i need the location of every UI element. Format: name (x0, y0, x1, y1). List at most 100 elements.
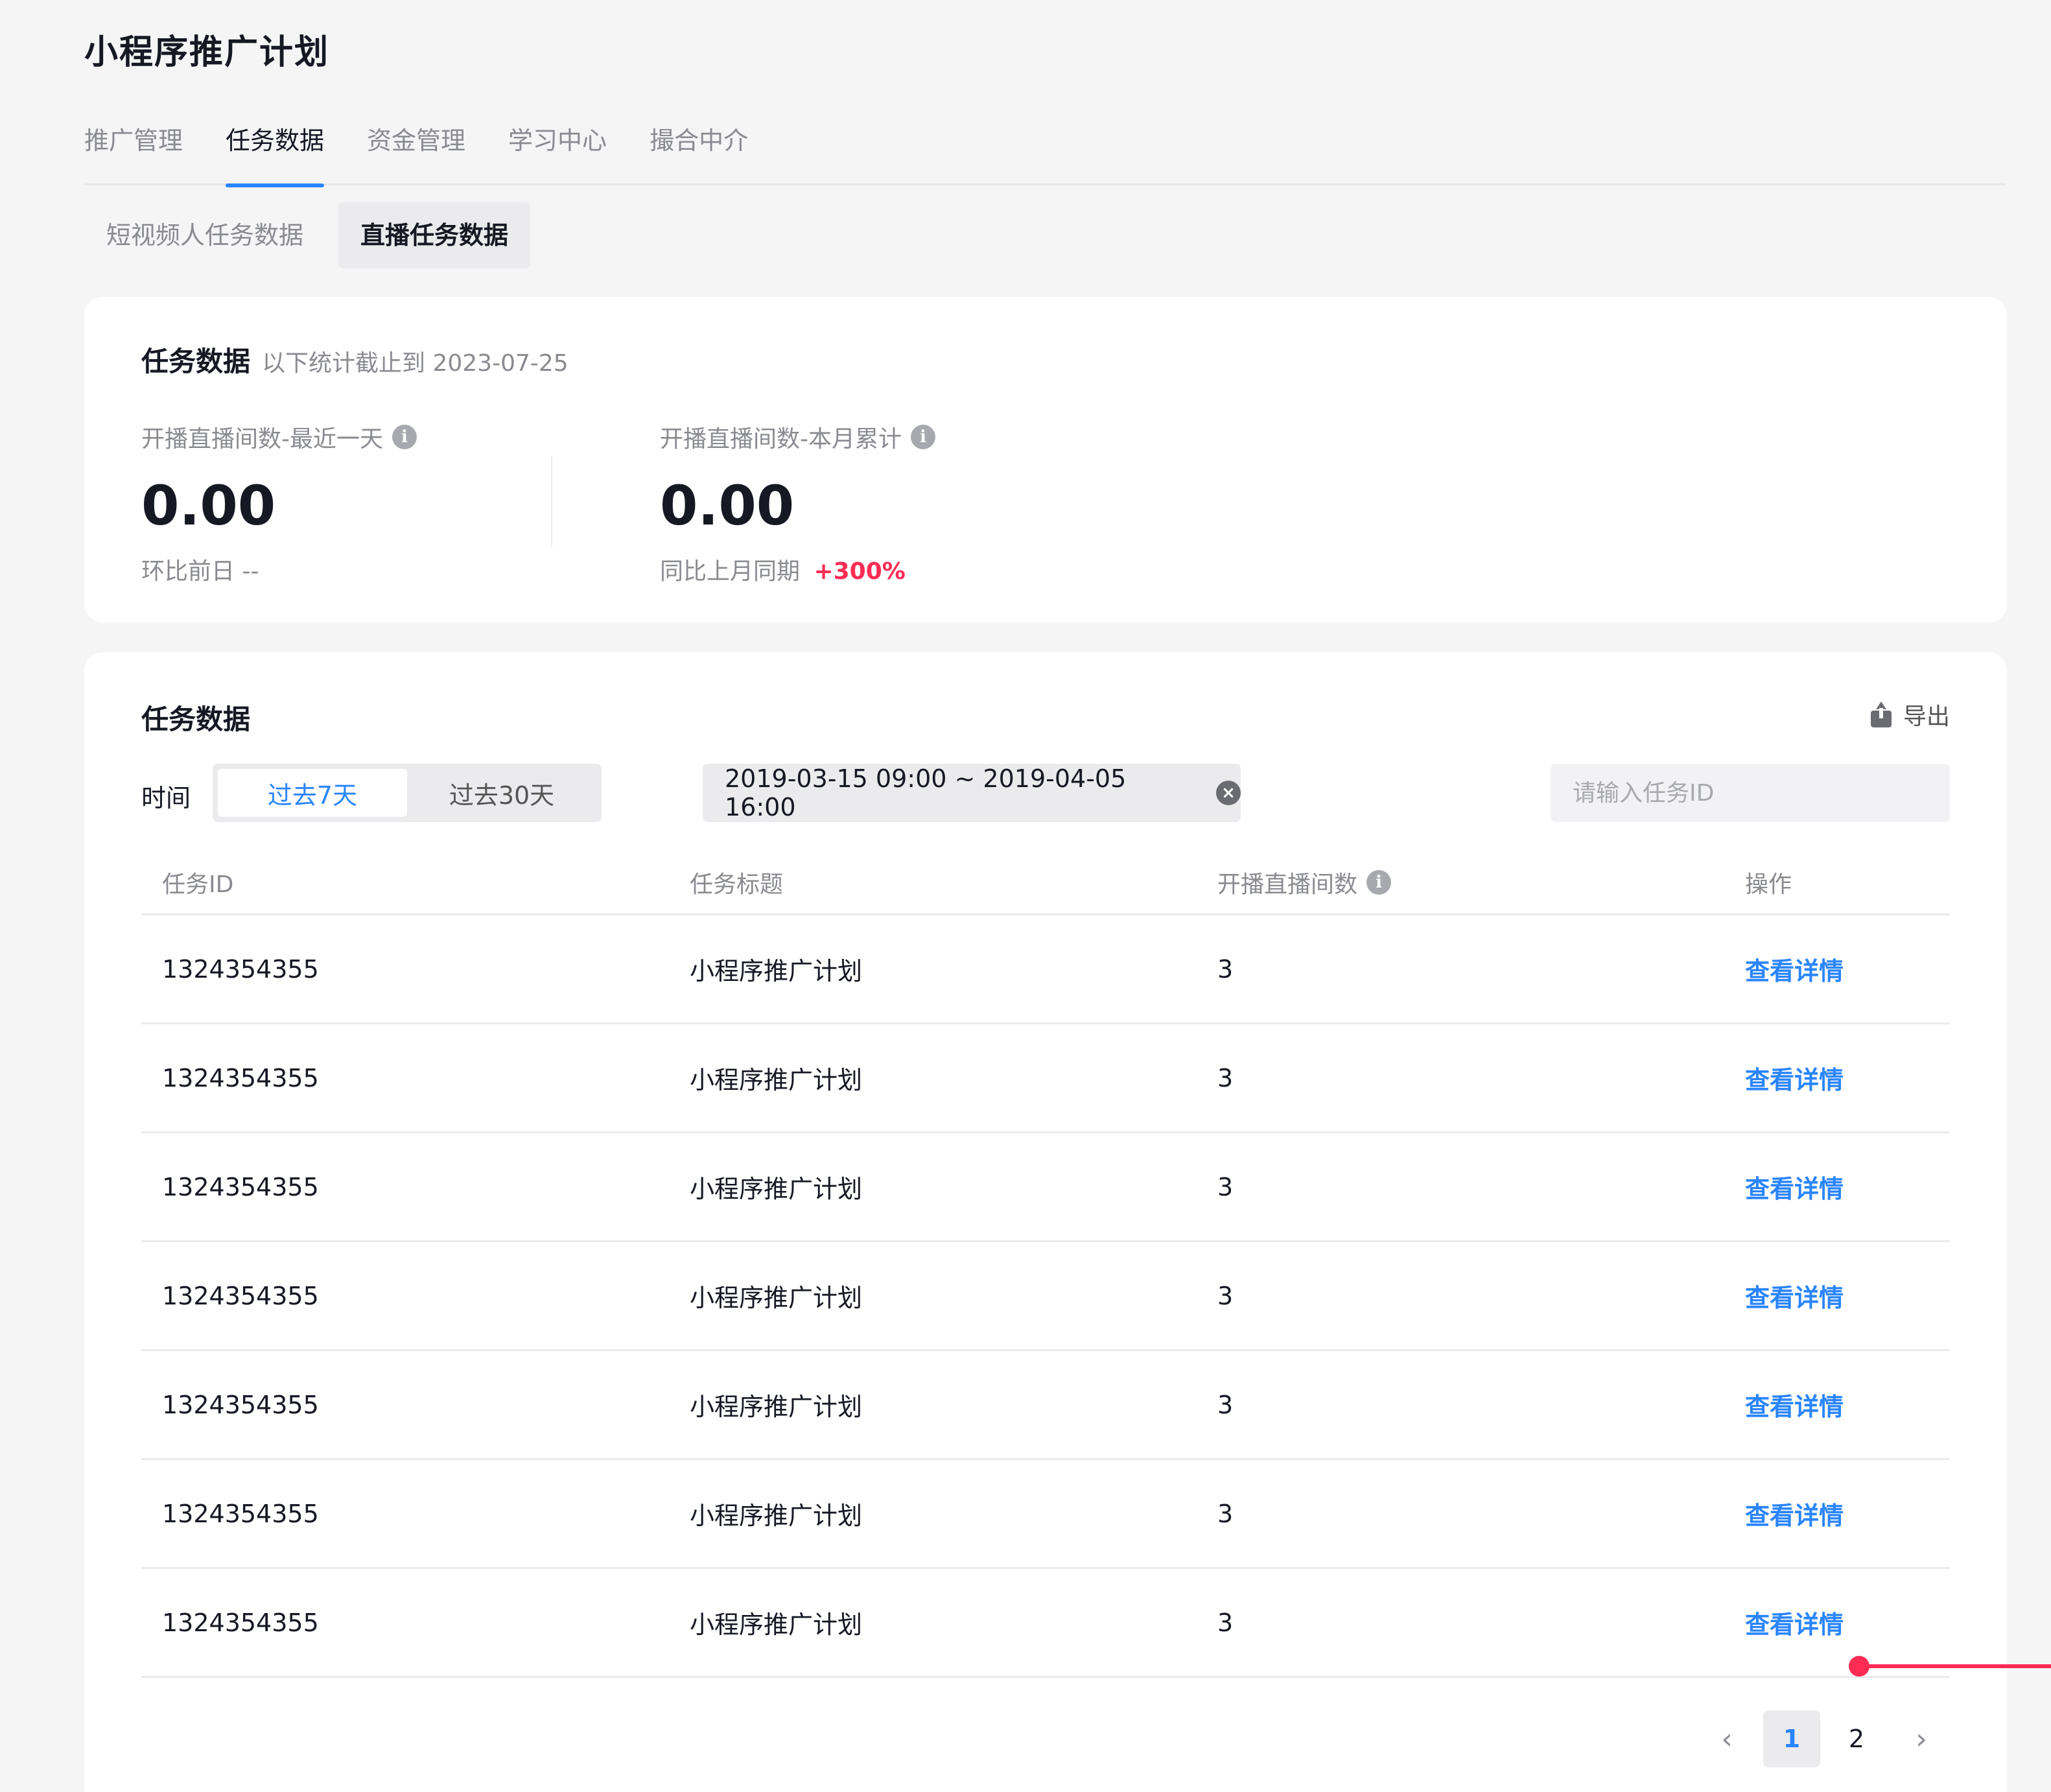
tab-learning-center[interactable]: 学习中心 (508, 110, 607, 185)
export-icon (1868, 701, 1894, 727)
metric-compare-value: -- (242, 558, 259, 585)
time-range-segmented-control: 过去7天 过去30天 (213, 764, 602, 822)
column-header-live-room-count: 开播直播间数 i (1197, 866, 1724, 899)
export-label: 导出 (1903, 703, 1950, 730)
page-title: 小程序推广计划 (84, 33, 330, 72)
metric-month-total: 开播直播间数-本月累计 i 0.00 同比上月同期 +300% (660, 420, 935, 586)
cell-live-room-count: 3 (1217, 1608, 1234, 1637)
metric-value: 0.00 (660, 474, 795, 537)
cell-task-id: 1324354355 (162, 1390, 319, 1419)
table-card-title: 任务数据 (141, 703, 251, 735)
table-row: 1324354355 小程序推广计划 3 查看详情 (141, 1024, 1950, 1133)
metric-label-text: 开播直播间数-本月累计 (660, 426, 902, 453)
clear-icon[interactable]: × (1216, 781, 1241, 805)
cell-task-title: 小程序推广计划 (690, 1175, 863, 1203)
cell-live-room-count: 3 (1217, 954, 1234, 984)
column-header-task-title: 任务标题 (690, 871, 784, 898)
info-icon[interactable]: i (1366, 869, 1392, 895)
cell-task-title: 小程序推广计划 (690, 1284, 863, 1312)
view-details-link[interactable]: 查看详情 (1745, 1284, 1844, 1312)
info-icon[interactable]: i (392, 425, 417, 449)
cell-task-title: 小程序推广计划 (690, 957, 863, 985)
view-details-link[interactable]: 查看详情 (1745, 1610, 1844, 1639)
cell-task-id: 1324354355 (162, 1172, 319, 1201)
table-row: 1324354355 小程序推广计划 3 查看详情 (141, 1460, 1950, 1569)
metric-compare: 同比上月同期 +300% (660, 552, 935, 586)
stats-subtitle: 以下统计截止到 2023-07-25 (262, 350, 568, 377)
cell-live-room-count: 3 (1217, 1172, 1234, 1201)
range-last-7-days[interactable]: 过去7天 (218, 769, 407, 817)
subtab-short-video-task-data[interactable]: 短视频人任务数据 (84, 202, 325, 268)
cell-task-id: 1324354355 (162, 1063, 319, 1092)
tab-fund-management[interactable]: 资金管理 (367, 110, 465, 185)
metric-label: 开播直播间数-最近一天 i (141, 420, 417, 454)
cell-task-title: 小程序推广计划 (690, 1502, 863, 1530)
pagination-next-icon[interactable]: › (1893, 1710, 1950, 1767)
metric-value: 0.00 (141, 474, 276, 537)
cell-actions: 查看详情 (1724, 951, 1950, 987)
table-row: 1324354355 小程序推广计划 3 查看详情 (141, 1242, 1950, 1351)
table-header: 任务ID 任务标题 开播直播间数 i 操作 (141, 851, 1950, 915)
cell-task-id: 1324354355 (162, 1608, 319, 1637)
metric-label-text: 开播直播间数-最近一天 (141, 426, 383, 453)
stats-card: 任务数据 以下统计截止到 2023-07-25 开播直播间数-最近一天 i 0.… (84, 297, 2007, 622)
tab-matchmaking-agency[interactable]: 撮合中介 (650, 110, 748, 185)
table-row: 1324354355 小程序推广计划 3 查看详情 (141, 1569, 1950, 1678)
table-row: 1324354355 小程序推广计划 3 查看详情 (141, 915, 1950, 1024)
subtab-live-task-data[interactable]: 直播任务数据 (338, 202, 531, 268)
cell-actions: 查看详情 (1724, 1387, 1950, 1422)
metric-compare-label: 环比前日 (141, 558, 235, 585)
sub-tabs: 短视频人任务数据 直播任务数据 (84, 202, 543, 268)
cell-task-title: 小程序推广计划 (690, 1393, 863, 1421)
metric-label: 开播直播间数-本月累计 i (660, 420, 935, 454)
view-details-link[interactable]: 查看详情 (1745, 1175, 1844, 1203)
metric-compare-value-positive: +300% (814, 558, 906, 585)
main-tabs: 推广管理 任务数据 资金管理 学习中心 撮合中介 (84, 110, 2006, 187)
cell-actions: 查看详情 (1724, 1605, 1950, 1640)
pagination-page-1[interactable]: 1 (1763, 1710, 1820, 1767)
cell-actions: 查看详情 (1724, 1278, 1950, 1314)
table-row: 1324354355 小程序推广计划 3 查看详情 (141, 1133, 1950, 1242)
cell-live-room-count: 3 (1217, 1390, 1234, 1419)
view-details-link[interactable]: 查看详情 (1745, 957, 1844, 985)
info-icon[interactable]: i (911, 425, 935, 449)
column-header-actions: 操作 (1745, 871, 1792, 898)
annotation-line (1859, 1664, 2051, 1668)
task-id-search-input[interactable] (1551, 764, 1950, 822)
date-range-value: 2019-03-15 09:00 ~ 2019-04-05 16:00 (725, 764, 1127, 821)
metric-divider (551, 456, 552, 547)
cell-task-title: 小程序推广计划 (690, 1066, 863, 1094)
date-range-picker[interactable]: 2019-03-15 09:00 ~ 2019-04-05 16:00 × (703, 764, 1241, 822)
cell-actions: 查看详情 (1724, 1060, 1950, 1096)
stats-title: 任务数据 (141, 346, 251, 377)
task-table-card: 任务数据 导出 时间 过去7天 过去30天 2019-03-15 09:00 ~… (84, 652, 2007, 1792)
pagination-page-2[interactable]: 2 (1828, 1710, 1885, 1767)
cell-live-room-count: 3 (1217, 1063, 1234, 1092)
cell-actions: 查看详情 (1724, 1496, 1950, 1531)
cell-task-id: 1324354355 (162, 1281, 319, 1310)
view-details-link[interactable]: 查看详情 (1745, 1393, 1844, 1421)
cell-task-title: 小程序推广计划 (690, 1610, 863, 1639)
cell-actions: 查看详情 (1724, 1169, 1950, 1205)
cell-task-id: 1324354355 (162, 1499, 319, 1528)
tab-promotion-management[interactable]: 推广管理 (84, 110, 183, 185)
stats-header: 任务数据 以下统计截止到 2023-07-25 (141, 340, 568, 379)
export-button[interactable]: 导出 (1868, 698, 1950, 731)
metric-last-day: 开播直播间数-最近一天 i 0.00 环比前日 -- (141, 420, 417, 586)
pagination-prev-icon[interactable]: ‹ (1698, 1710, 1755, 1767)
tab-task-data[interactable]: 任务数据 (226, 110, 325, 187)
filter-row: 时间 过去7天 过去30天 2019-03-15 09:00 ~ 2019-04… (141, 764, 1950, 822)
cell-live-room-count: 3 (1217, 1281, 1234, 1310)
cell-task-id: 1324354355 (162, 954, 319, 984)
time-filter-label: 时间 (141, 784, 191, 812)
pagination: ‹ 1 2 › (1691, 1710, 1950, 1767)
cell-live-room-count: 3 (1217, 1499, 1234, 1528)
view-details-link[interactable]: 查看详情 (1745, 1066, 1844, 1094)
column-header-label: 开播直播间数 (1217, 871, 1358, 898)
metric-compare-label: 同比上月同期 (660, 558, 801, 585)
column-header-task-id: 任务ID (162, 871, 234, 898)
range-last-30-days[interactable]: 过去30天 (407, 769, 596, 817)
task-table: 任务ID 任务标题 开播直播间数 i 操作 1324354355 小程序推广计划 3… (141, 851, 1950, 1678)
metric-compare: 环比前日 -- (141, 552, 417, 586)
view-details-link[interactable]: 查看详情 (1745, 1502, 1844, 1530)
